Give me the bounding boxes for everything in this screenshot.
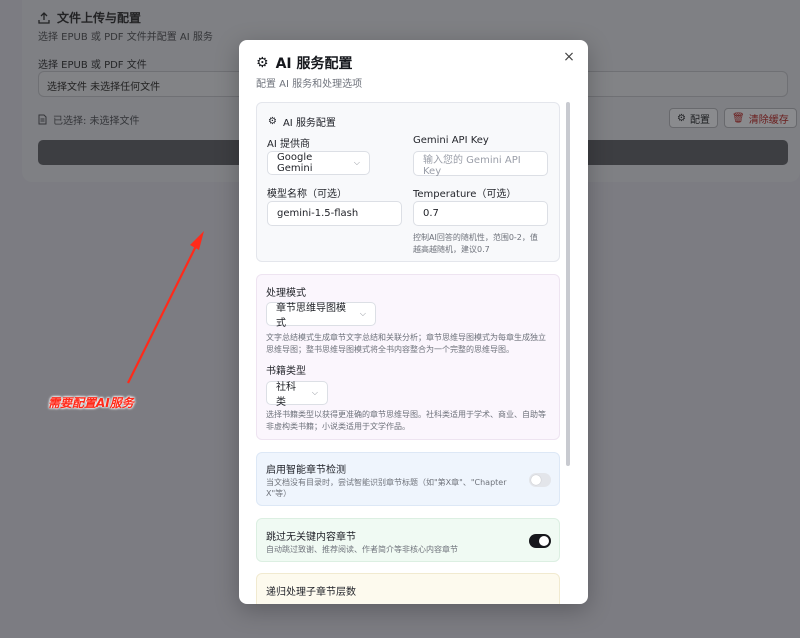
ai-service-section: ⚙ AI 服务配置 AI 提供商 Google Gemini ⌵ Gemini … <box>256 102 560 262</box>
temperature-help-line: 越高越随机，建议0.7 <box>413 245 490 254</box>
toggle-knob <box>531 475 541 485</box>
temperature-help: 控制AI回答的随机性，范围0-2，值 越高越随机，建议0.7 <box>413 232 538 256</box>
chapter-detection-desc-line: 当文档没有目录时，尝试智能识别章节标题（如"第X章"、"Chapter <box>266 478 507 487</box>
chapter-detection-section: 启用智能章节检测 当文档没有目录时，尝试智能识别章节标题（如"第X章"、"Cha… <box>256 452 560 506</box>
mode-select[interactable]: 章节思维导图模式 ⌵ <box>266 302 376 329</box>
chevron-down-icon: ⌵ <box>311 388 318 397</box>
chapter-detection-toggle[interactable] <box>529 473 551 487</box>
skip-chapters-desc: 自动跳过致谢、推荐阅读、作者简介等非核心内容章节 <box>266 545 458 554</box>
chevron-down-icon: ⌵ <box>359 309 366 318</box>
provider-select-value: Google Gemini <box>277 152 313 174</box>
book-type-help-line: 选择书籍类型以获得更准确的章节思维导图。社科类适用于学术、商业、自助等 <box>266 410 546 419</box>
chevron-down-icon: ⌵ <box>353 158 360 167</box>
annotation-label: 需要配置AI服务 <box>48 396 134 410</box>
modal-scroll-area[interactable]: ⚙ AI 服务配置 AI 提供商 Google Gemini ⌵ Gemini … <box>256 100 574 604</box>
ai-section-heading-text: AI 服务配置 <box>282 118 336 129</box>
book-type-help-line: 非虚构类书籍；小说类适用于文学作品。 <box>266 422 410 431</box>
api-key-label: Gemini API Key <box>413 135 489 146</box>
skip-chapters-toggle[interactable] <box>529 534 551 548</box>
mode-help-line: 思维导图；整书思维导图模式将全书内容整合为一个完整的思维导图。 <box>266 345 514 354</box>
chapter-detection-desc: 当文档没有目录时，尝试智能识别章节标题（如"第X章"、"Chapter X"等） <box>266 477 507 499</box>
modal-scrollbar[interactable] <box>566 102 570 466</box>
book-type-select-value: 社科类 <box>276 382 296 408</box>
processing-mode-section: 处理模式 章节思维导图模式 ⌵ 文字总结模式生成章节文字总结和关联分析；章节思维… <box>256 274 560 440</box>
ai-config-modal: ⚙ AI 服务配置 配置 AI 服务和处理选项 × ⚙ AI 服务配置 AI 提… <box>239 40 588 604</box>
modal-title: ⚙ AI 服务配置 <box>256 53 352 73</box>
mode-select-value: 章节思维导图模式 <box>276 303 346 329</box>
gear-icon: ⚙ <box>256 55 269 71</box>
api-key-input[interactable]: 输入您的 Gemini API Key <box>413 151 548 177</box>
recursion-depth-title: 递归处理子章节层数 <box>266 587 356 598</box>
chapter-detection-title: 启用智能章节检测 <box>266 465 346 476</box>
temperature-input[interactable]: 0.7 <box>413 201 548 226</box>
skip-chapters-section: 跳过无关键内容章节 自动跳过致谢、推荐阅读、作者简介等非核心内容章节 <box>256 518 560 562</box>
book-type-label: 书籍类型 <box>266 366 306 377</box>
book-type-help: 选择书籍类型以获得更准确的章节思维导图。社科类适用于学术、商业、自助等 非虚构类… <box>266 409 546 433</box>
gear-icon: ⚙ <box>268 116 277 127</box>
model-label: 模型名称（可选） <box>267 189 347 200</box>
temperature-help-line: 控制AI回答的随机性，范围0-2，值 <box>413 233 538 242</box>
close-icon[interactable]: × <box>562 50 576 64</box>
ai-section-heading: ⚙ AI 服务配置 <box>268 114 336 129</box>
mode-help-line: 文字总结模式生成章节文字总结和关联分析；章节思维导图模式为每章生成独立 <box>266 333 546 342</box>
provider-select[interactable]: Google Gemini ⌵ <box>267 151 370 175</box>
skip-chapters-title: 跳过无关键内容章节 <box>266 532 356 543</box>
toggle-knob <box>539 536 549 546</box>
temperature-label: Temperature（可选） <box>413 189 517 200</box>
modal-title-text: AI 服务配置 <box>275 56 353 72</box>
recursion-depth-section: 递归处理子章节层数 <box>256 573 560 604</box>
book-type-select[interactable]: 社科类 ⌵ <box>266 381 328 408</box>
modal-subtitle: 配置 AI 服务和处理选项 <box>256 79 363 90</box>
mode-heading: 处理模式 <box>266 288 306 299</box>
model-input[interactable]: gemini-1.5-flash <box>267 201 402 226</box>
chapter-detection-desc-line: X"等） <box>266 489 292 498</box>
mode-help: 文字总结模式生成章节文字总结和关联分析；章节思维导图模式为每章生成独立 思维导图… <box>266 332 546 356</box>
provider-label: AI 提供商 <box>267 139 310 150</box>
